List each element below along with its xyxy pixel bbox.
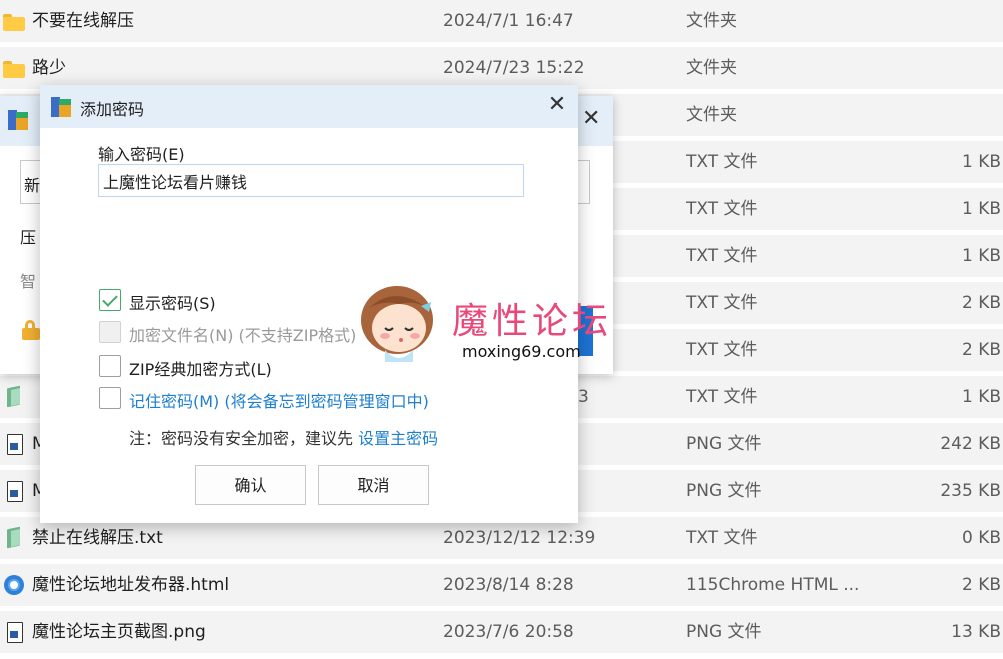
close-icon[interactable]: ✕ [582,106,600,131]
file-size: 2 KB [961,575,1001,595]
folder-icon [3,14,25,36]
file-size: 13 KB [951,622,1001,642]
archive-name-text: 新 [24,176,41,195]
encrypt-filenames-label: 加密文件名(N) (不支持ZIP格式) [129,326,357,345]
password-label: 输入密码(E) [98,145,185,164]
file-size: 1 KB [961,152,1001,172]
file-size: 242 KB [940,434,1001,454]
confirm-button[interactable]: 确认 [195,465,306,505]
watermark-url: moxing69.com [462,342,581,361]
file-size: 1 KB [961,246,1001,266]
file-size: 2 KB [961,340,1001,360]
file-name: 路少 [32,58,66,78]
security-note-text: 注：密码没有安全加密，建议先 [129,429,359,448]
checkbox-icon[interactable] [99,355,121,377]
file-type: 115Chrome HTML ... [686,575,860,595]
file-type: PNG 文件 [686,434,762,454]
remember-password-label[interactable]: 记住密码(M) (将会备忘到密码管理窗口中) [129,388,429,412]
file-size: 0 KB [961,528,1001,548]
file-size: 1 KB [961,387,1001,407]
folder-icon [3,61,25,83]
file-type: PNG 文件 [686,481,762,501]
file-type: 文件夹 [686,11,737,31]
file-name: 禁止在线解压.txt [32,528,163,548]
file-type: TXT 文件 [686,528,758,548]
checkbox-disabled-icon [99,321,121,343]
txt-file-icon [3,386,25,408]
file-type: TXT 文件 [686,152,758,172]
file-type: TXT 文件 [686,340,758,360]
password-input[interactable] [98,164,524,197]
png-file-icon [3,621,25,643]
show-password-label: 显示密码(S) [129,294,216,313]
file-row[interactable]: 魔性论坛地址发布器.html 2023/8/14 8:28 115Chrome … [0,564,1003,611]
file-type: TXT 文件 [686,246,758,266]
set-master-password-link[interactable]: 设置主密码 [358,429,438,448]
archive-app-icon [8,108,30,132]
file-type: PNG 文件 [686,622,762,642]
file-date: 2024/7/1 16:47 [443,11,574,31]
checkbox-checked-icon[interactable] [99,289,121,311]
txt-file-icon [3,527,25,549]
file-size: 1 KB [961,199,1001,219]
file-date: 2023/12/12 12:39 [443,528,596,548]
file-date: 3 [578,387,589,407]
png-file-icon [3,480,25,502]
file-name: 不要在线解压 [32,11,134,31]
chrome-html-icon [3,574,25,596]
file-date: 2023/8/14 8:28 [443,575,574,595]
file-row[interactable]: 不要在线解压 2024/7/1 16:47 文件夹 [0,0,1003,47]
watermark-brand: 魔性论坛 [452,301,613,342]
file-size: 2 KB [961,293,1001,313]
compress-option-label: 压 [20,228,37,247]
zip-legacy-encryption-label: ZIP经典加密方式(L) [129,360,272,379]
file-type: TXT 文件 [686,387,758,407]
archive-app-icon [51,95,73,119]
file-type: TXT 文件 [686,199,758,219]
file-row[interactable]: 禁止在线解压.txt 2023/12/12 12:39 TXT 文件 0 KB [0,517,1003,564]
file-date: 2023/7/6 20:58 [443,622,574,642]
dialog-title: 添加密码 [80,100,145,119]
file-date: 2024/7/23 15:22 [443,58,585,78]
watermark: 魔性论坛 moxing69.com [355,278,625,370]
smart-option-label: 智 [20,272,37,291]
file-size: 235 KB [940,481,1001,501]
checkbox-icon[interactable] [99,387,121,409]
close-icon[interactable]: ✕ [545,91,569,119]
file-type: 文件夹 [686,105,737,125]
security-note: 注：密码没有安全加密，建议先 设置主密码 [129,425,438,449]
file-row[interactable]: 魔性论坛主页截图.png 2023/7/6 20:58 PNG 文件 13 KB [0,611,1003,658]
cartoon-girl-logo [361,286,433,362]
lock-icon[interactable] [22,320,40,340]
file-type: 文件夹 [686,58,737,78]
file-name: 魔性论坛主页截图.png [32,622,206,642]
file-name: 魔性论坛地址发布器.html [32,575,230,595]
file-type: TXT 文件 [686,293,758,313]
png-file-icon [3,433,25,455]
cancel-button[interactable]: 取消 [318,465,429,505]
